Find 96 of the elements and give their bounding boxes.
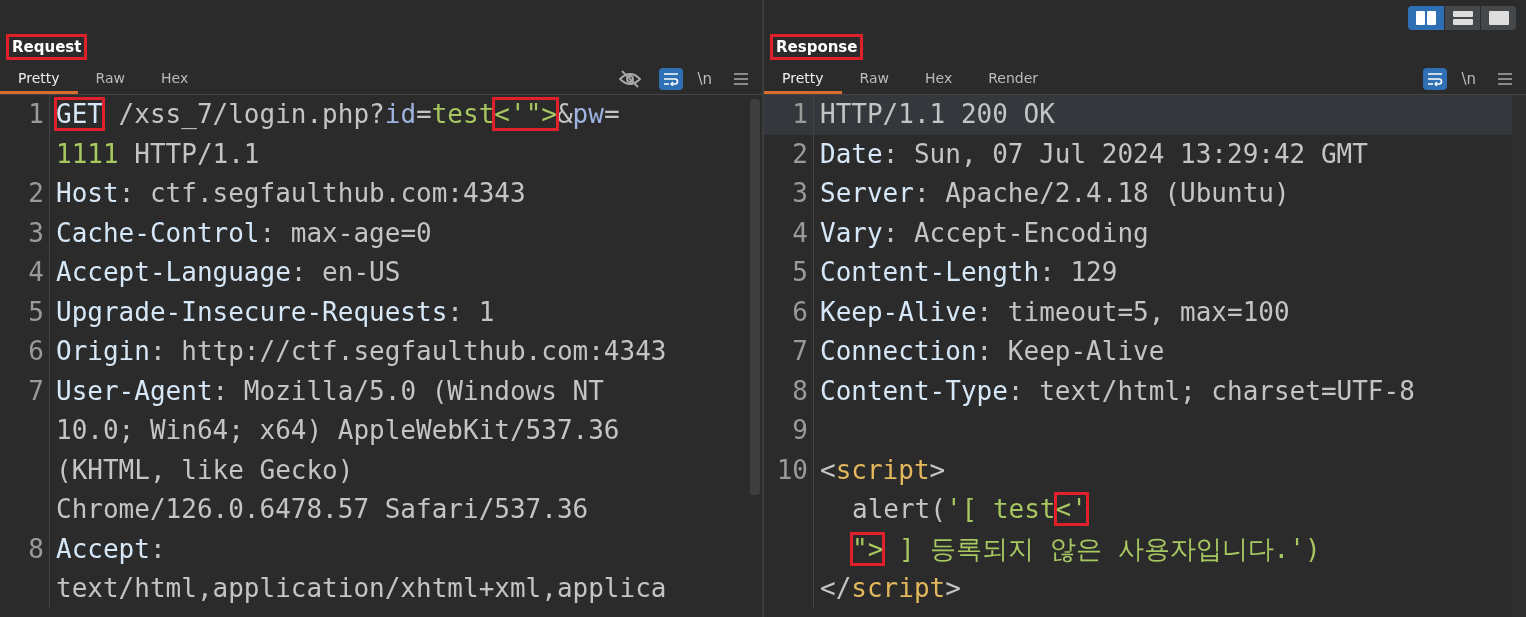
code-text: test (431, 99, 495, 129)
code-text: 1111 (56, 138, 119, 169)
code-text: Accept (56, 533, 150, 564)
code-text: : Mozilla/5.0 (Windows NT (212, 375, 604, 406)
code-text: > (945, 573, 961, 603)
code-text: </ (820, 573, 852, 603)
code-text: /xss_7/login.php? (117, 99, 385, 129)
code-text: alert( (852, 494, 946, 524)
line-number: 2 (28, 178, 44, 208)
split-columns-button[interactable] (1408, 6, 1444, 30)
code-text: Vary (820, 217, 883, 248)
code-text: <'"> (494, 99, 557, 129)
code-text: pw (572, 99, 604, 129)
code-text: Keep-Alive (820, 296, 977, 327)
line-number: 3 (28, 217, 44, 248)
code-text: : Accept-Encoding (882, 217, 1149, 248)
code-text: User-Agent (56, 375, 213, 406)
scrollbar-track[interactable] (1512, 95, 1526, 617)
line-number: 8 (28, 533, 44, 564)
line-number: 5 (792, 257, 808, 287)
code-text: : 1 (447, 296, 495, 327)
line-number: 6 (792, 296, 808, 327)
newline-toggle[interactable]: \n (697, 70, 712, 88)
code-text: = (416, 99, 432, 129)
code-text: Connection (820, 336, 977, 366)
menu-icon[interactable] (1498, 73, 1512, 85)
line-number: 1 (28, 99, 44, 129)
split-rows-button[interactable] (1444, 6, 1480, 30)
two-columns-icon (1416, 11, 1436, 25)
word-wrap-button[interactable] (659, 68, 684, 90)
view-tab[interactable]: Raw (77, 64, 143, 94)
code-text: '[ test (945, 494, 1056, 524)
view-tab[interactable]: Pretty (0, 64, 78, 94)
code-text: = (603, 99, 620, 129)
code-text: Origin (56, 336, 150, 366)
line-number: 4 (792, 217, 808, 248)
code-text: Server (820, 178, 914, 208)
code-text: "> (852, 533, 884, 564)
code-text: script (851, 573, 946, 603)
code-text: HTTP/1.1 (133, 138, 260, 169)
code-text: : 129 (1039, 257, 1118, 287)
code-text: (KHTML, like Gecko) (56, 454, 354, 485)
code-text: : en-US (290, 257, 401, 287)
line-number: 4 (28, 257, 44, 287)
code-text: script (835, 454, 930, 485)
code-text: GET (56, 99, 103, 129)
view-tab[interactable]: Render (970, 64, 1056, 94)
code-text: : Apache/2.4.18 (Ubuntu) (913, 178, 1290, 208)
wrap-icon (1427, 72, 1444, 86)
code-text: : http://ctf.segfaulthub.com:4343 (149, 336, 667, 366)
code-text: <' (1055, 494, 1087, 524)
code-text: Host (56, 178, 119, 208)
code-text: : text/html; charset=UTF-8 (1007, 375, 1415, 406)
code-text: Date (820, 138, 883, 169)
newline-toggle[interactable]: \n (1461, 70, 1476, 88)
single-panel-icon (1488, 11, 1509, 25)
menu-icon[interactable] (734, 73, 748, 85)
view-tab[interactable]: Hex (143, 64, 207, 94)
line-number: 2 (792, 138, 808, 169)
code-text: < (820, 454, 836, 485)
code-text: : Sun, 07 Jul 2024 13:29:42 GMT (882, 138, 1368, 169)
line-number: 1 (792, 99, 808, 129)
code-text: ] 등록되지 않은 사용자입니다.') (897, 533, 1321, 564)
line-number: 7 (792, 336, 808, 366)
code-text: Chrome/126.0.6478.57 Safari/537.36 (56, 494, 589, 524)
single-pane-button[interactable] (1480, 6, 1516, 30)
view-tab[interactable]: Raw (841, 64, 907, 94)
line-number: 10 (776, 454, 808, 485)
code-text: : timeout=5, max=100 (976, 296, 1290, 327)
code-text: HTTP/1.1 200 OK (820, 99, 1055, 129)
code-text: Accept-Language (56, 257, 291, 287)
code-text: Content-Type (820, 375, 1008, 406)
code-text: : Keep-Alive (976, 336, 1165, 366)
word-wrap-button[interactable] (1423, 68, 1448, 90)
line-number: 5 (28, 296, 44, 327)
code-text: : (149, 533, 166, 564)
code-text: Upgrade-Insecure-Requests (56, 296, 448, 327)
code-text: : ctf.segfaulthub.com:4343 (118, 178, 526, 208)
line-number: 8 (792, 375, 808, 406)
wrap-icon (663, 72, 680, 86)
two-rows-icon (1452, 11, 1473, 25)
code-text: Cache-Control (56, 217, 260, 248)
line-number: 7 (28, 375, 44, 406)
pane-title: Response (772, 36, 862, 58)
pane-title: Request (8, 36, 86, 58)
code-text: > (929, 454, 946, 485)
hidden-eye-icon[interactable] (619, 69, 642, 89)
code-text: id (384, 99, 417, 129)
code-text: Content-Length (820, 257, 1040, 287)
code-text: text/html,application/xhtml+xml,applica (56, 573, 667, 603)
line-number: 6 (28, 336, 44, 366)
code-text: : max-age=0 (259, 217, 432, 248)
view-tab[interactable]: Hex (907, 64, 971, 94)
code-text: 10.0; Win64; x64) AppleWebKit/537.36 (56, 415, 620, 445)
line-number: 9 (792, 415, 808, 445)
line-number: 3 (792, 178, 808, 208)
